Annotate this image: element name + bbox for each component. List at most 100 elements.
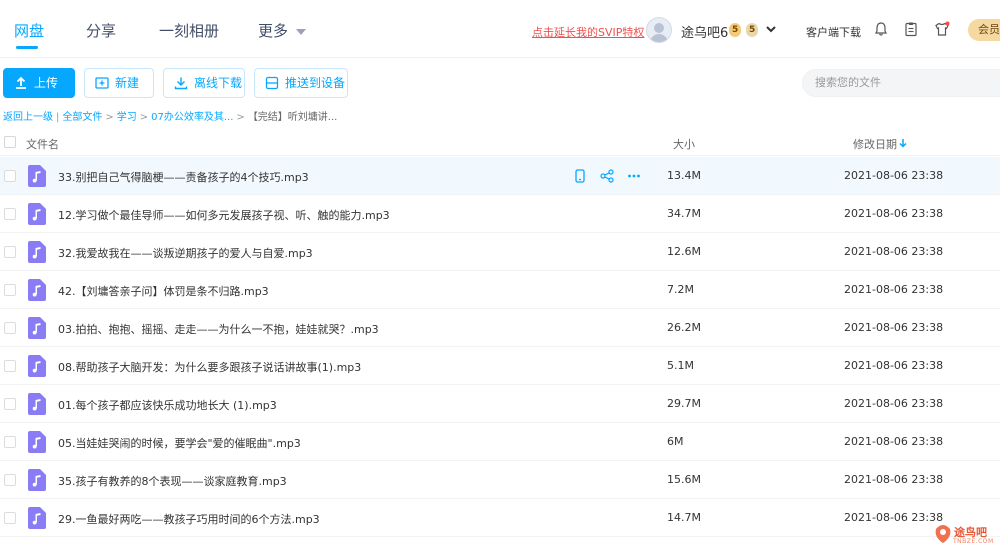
file-name[interactable]: 03.拍拍、抱抱、摇摇、走走——为什么一不抱，娃娃就哭？.mp3: [58, 321, 379, 337]
row-checkbox[interactable]: [4, 360, 16, 372]
audio-file-icon: [28, 203, 46, 225]
file-modified-date: 2021-08-06 23:38: [844, 283, 944, 296]
push-to-device-button[interactable]: 推送到设备: [254, 68, 348, 98]
offline-download-label: 离线下载: [194, 76, 243, 90]
select-all-checkbox[interactable]: [4, 136, 16, 148]
audio-file-icon: [28, 507, 46, 529]
table-row[interactable]: 08.帮助孩子大脑开发：为什么要多跟孩子说话讲故事(1).mp3 5.1M 2021…: [0, 347, 1000, 385]
row-checkbox[interactable]: [4, 246, 16, 258]
member-button[interactable]: 会员: [968, 19, 1000, 41]
offline-download-button[interactable]: 离线下载: [163, 68, 245, 98]
client-download-link[interactable]: 客户端下载: [806, 24, 861, 40]
breadcrumb-separator: >: [105, 112, 114, 123]
column-header-name[interactable]: 文件名: [26, 136, 59, 152]
file-name[interactable]: 05.当娃娃哭闹的时候，要学会"爱的催眠曲".mp3: [58, 435, 301, 451]
file-modified-date: 2021-08-06 23:38: [844, 511, 944, 524]
table-row[interactable]: 12.学习做个最佳导师——如何多元发展孩子视、听、触的能力.mp3 34.7M 20…: [0, 195, 1000, 233]
audio-file-icon: [28, 165, 46, 187]
push-to-device-label: 推送到设备: [285, 76, 346, 90]
download-icon: [174, 77, 188, 90]
more-options-icon[interactable]: [627, 169, 641, 183]
breadcrumb-all-files[interactable]: 全部文件: [62, 112, 102, 123]
table-row[interactable]: 35.孩子有教养的8个表现——谈家庭教育.mp3 15.6M 2021-08-06 …: [0, 461, 1000, 499]
chevron-down-icon: [296, 28, 307, 35]
row-checkbox[interactable]: [4, 208, 16, 220]
file-name[interactable]: 35.孩子有教养的8个表现——谈家庭教育.mp3: [58, 473, 287, 489]
audio-file-icon: [28, 393, 46, 415]
file-modified-date: 2021-08-06 23:38: [844, 359, 944, 372]
audio-file-icon: [28, 355, 46, 377]
table-row[interactable]: 03.拍拍、抱抱、摇摇、走走——为什么一不抱，娃娃就哭？.mp3 26.2M 202…: [0, 309, 1000, 347]
row-checkbox[interactable]: [4, 284, 16, 296]
table-row[interactable]: 01.每个孩子都应该快乐成功地长大 (1).mp3 29.7M 2021-08-06…: [0, 385, 1000, 423]
file-name[interactable]: 42.【刘墉答亲子问】体罚是条不归路.mp3: [58, 283, 269, 299]
file-name[interactable]: 33.别把自己气得脑梗——责备孩子的4个技巧.mp3: [58, 169, 309, 185]
breadcrumb-separator: >: [236, 112, 245, 123]
breadcrumb-level1[interactable]: 学习: [117, 112, 137, 123]
file-modified-date: 2021-08-06 23:38: [844, 321, 944, 334]
top-navigation: 网盘 分享 一刻相册 更多 点击延长我的SVIP特权 途乌吧6 5 5 客户端下…: [0, 0, 1000, 58]
breadcrumb-level2[interactable]: 07办公效率及其...: [151, 112, 233, 123]
file-modified-date: 2021-08-06 23:38: [844, 245, 944, 258]
file-name[interactable]: 12.学习做个最佳导师——如何多元发展孩子视、听、触的能力.mp3: [58, 207, 390, 223]
search-input[interactable]: 搜索您的文件: [802, 69, 1000, 97]
clipboard-icon[interactable]: [903, 21, 919, 37]
shirt-icon[interactable]: [934, 21, 950, 37]
file-table-header: 文件名 大小 修改日期: [0, 128, 1000, 156]
row-checkbox[interactable]: [4, 322, 16, 334]
chevron-down-icon[interactable]: [765, 23, 777, 35]
avatar[interactable]: [646, 17, 672, 43]
file-size: 26.2M: [667, 321, 701, 334]
file-size: 5.1M: [667, 359, 694, 372]
watermark-logo-icon: [935, 525, 951, 543]
breadcrumb-back[interactable]: 返回上一级: [3, 112, 53, 123]
svip-renew-link[interactable]: 点击延长我的SVIP特权: [532, 24, 644, 40]
row-checkbox[interactable]: [4, 436, 16, 448]
share-icon[interactable]: [600, 169, 614, 183]
tab-share[interactable]: 分享: [86, 20, 116, 41]
toolbar: 上传 新建 离线下载 推送到设备 搜索您的文件: [0, 68, 1000, 100]
new-folder-button[interactable]: 新建: [84, 68, 154, 98]
row-checkbox[interactable]: [4, 398, 16, 410]
audio-file-icon: [28, 469, 46, 491]
file-modified-date: 2021-08-06 23:38: [844, 473, 944, 486]
send-to-phone-icon[interactable]: [573, 169, 587, 183]
bell-icon[interactable]: [873, 21, 889, 37]
username[interactable]: 途乌吧6: [681, 22, 728, 41]
file-name[interactable]: 29.一鱼最好两吃——教孩子巧用时间的6个方法.mp3: [58, 511, 320, 527]
file-modified-date: 2021-08-06 23:38: [844, 435, 944, 448]
breadcrumb: 返回上一级 | 全部文件 > 学习 >07办公效率及其... > 【完结】听刘墉讲...: [3, 108, 337, 123]
table-row[interactable]: 29.一鱼最好两吃——教孩子巧用时间的6个方法.mp3 14.7M 2021-08-…: [0, 499, 1000, 537]
upload-button[interactable]: 上传: [3, 68, 75, 98]
column-header-size[interactable]: 大小: [673, 136, 695, 152]
file-size: 14.7M: [667, 511, 701, 524]
table-row[interactable]: 05.当娃娃哭闹的时候，要学会"爱的催眠曲".mp3 6M 2021-08-06 2…: [0, 423, 1000, 461]
breadcrumb-separator: |: [56, 112, 60, 123]
tab-album[interactable]: 一刻相册: [159, 20, 219, 41]
table-row[interactable]: 33.别把自己气得脑梗——责备孩子的4个技巧.mp3 13.4M 2021-08-0…: [0, 157, 1000, 195]
file-name[interactable]: 32.我爱故我在——谈叛逆期孩子的爱人与自爱.mp3: [58, 245, 313, 261]
row-checkbox[interactable]: [4, 512, 16, 524]
file-size: 7.2M: [667, 283, 694, 296]
file-name[interactable]: 08.帮助孩子大脑开发：为什么要多跟孩子说话讲故事(1).mp3: [58, 359, 361, 375]
breadcrumb-separator: >: [139, 112, 149, 123]
audio-file-icon: [28, 317, 46, 339]
new-folder-icon: [95, 77, 109, 89]
file-size: 15.6M: [667, 473, 701, 486]
device-icon: [265, 76, 279, 90]
file-name[interactable]: 01.每个孩子都应该快乐成功地长大 (1).mp3: [58, 397, 277, 413]
tab-netdisk[interactable]: 网盘: [14, 20, 44, 41]
file-size: 6M: [667, 435, 684, 448]
table-row[interactable]: 42.【刘墉答亲子问】体罚是条不归路.mp3 7.2M 2021-08-06 23:…: [0, 271, 1000, 309]
tab-more-label: 更多: [258, 22, 289, 40]
table-row[interactable]: 32.我爱故我在——谈叛逆期孩子的爱人与自爱.mp3 12.6M 2021-08-0…: [0, 233, 1000, 271]
audio-file-icon: [28, 431, 46, 453]
row-checkbox[interactable]: [4, 474, 16, 486]
new-folder-label: 新建: [115, 76, 140, 90]
column-header-date[interactable]: 修改日期: [853, 136, 897, 152]
level-badge: 5: [729, 23, 742, 37]
file-size: 29.7M: [667, 397, 701, 410]
row-checkbox[interactable]: [4, 170, 16, 182]
sort-descending-icon[interactable]: [898, 138, 908, 148]
tab-more[interactable]: 更多: [258, 20, 307, 41]
